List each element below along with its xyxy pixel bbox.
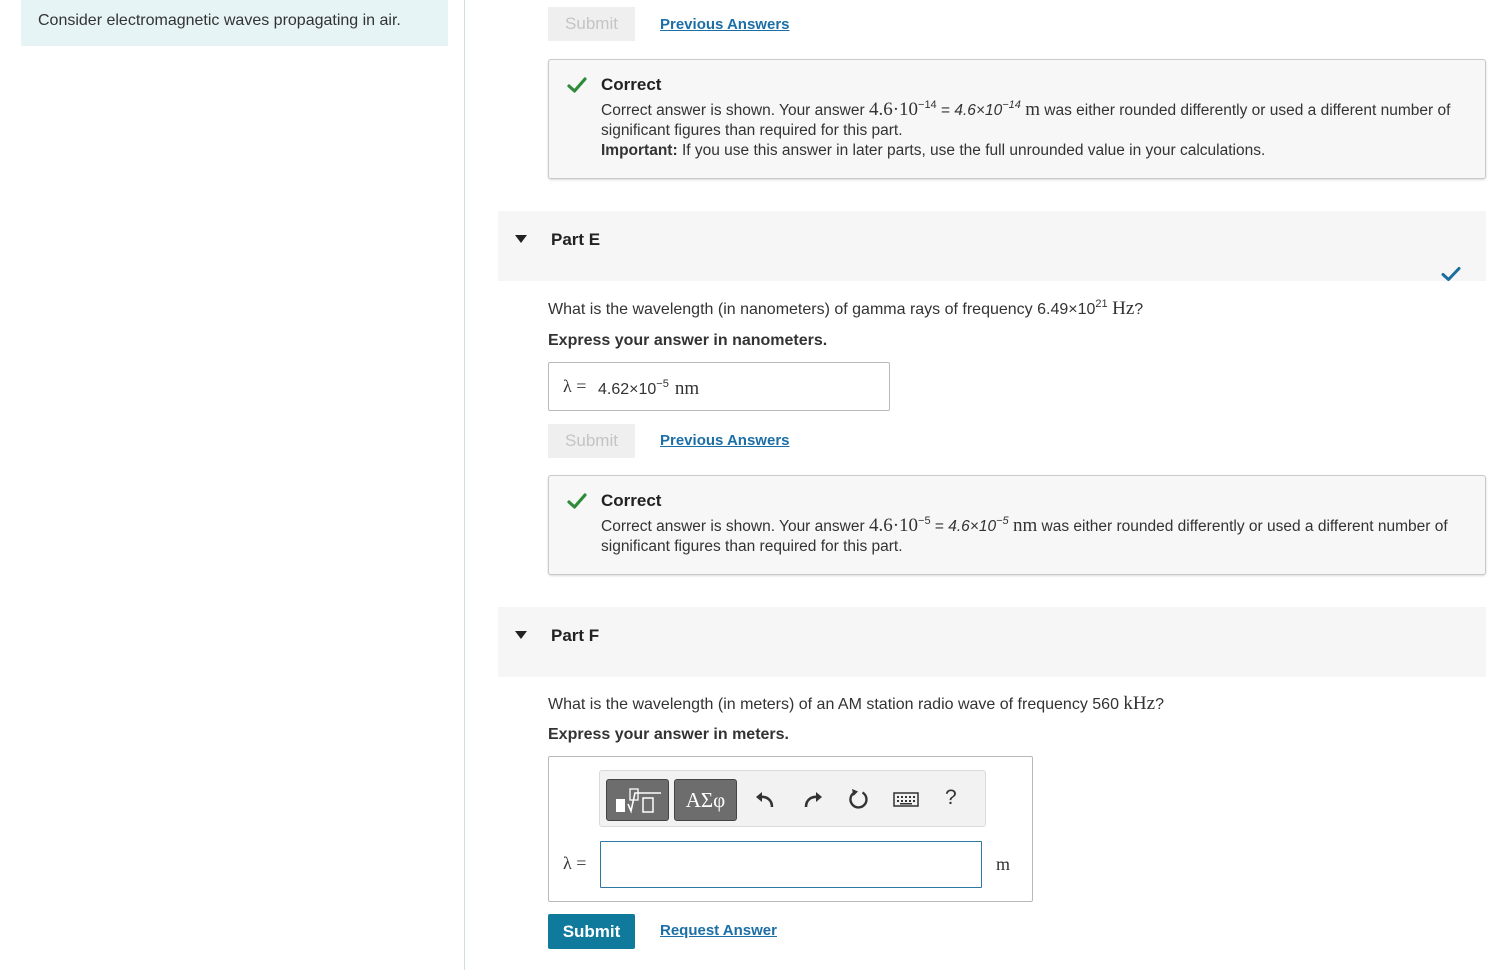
lambda-label: λ =	[563, 376, 587, 396]
undo-icon[interactable]	[753, 787, 777, 811]
feedback-text: Correct answer is shown. Your answer 4.6…	[601, 515, 1448, 556]
part-e-instruction: Express your answer in nanometers.	[548, 332, 828, 349]
feedback-title: Correct	[601, 75, 662, 94]
templates-icon	[616, 788, 661, 814]
problem-intro: Consider electromagnetic waves propagati…	[21, 0, 448, 46]
part-f-answer-editor: ΑΣφ ? λ = m	[548, 756, 1033, 902]
part-f-instruction: Express your answer in meters.	[548, 726, 789, 743]
part-f-answer-input[interactable]	[600, 841, 982, 888]
part-e-header[interactable]: Part E	[498, 211, 1486, 281]
intro-text: Consider electromagnetic waves propagati…	[38, 12, 401, 29]
part-f-question: What is the wavelength (in meters) of an…	[548, 693, 1164, 714]
redo-icon[interactable]	[801, 787, 825, 811]
keyboard-icon[interactable]	[893, 787, 919, 811]
help-button[interactable]: ?	[945, 786, 957, 810]
caret-down-icon	[515, 235, 527, 243]
part-complete-check-icon	[1441, 267, 1461, 281]
part-f-header[interactable]: Part F	[498, 607, 1486, 677]
important-label: Important:	[601, 142, 678, 159]
math-toolbar: ΑΣφ ?	[599, 770, 986, 827]
part-e-question: What is the wavelength (in nanometers) o…	[548, 298, 1144, 319]
part-e-previous-answers-link[interactable]: Previous Answers	[660, 432, 790, 449]
part-f-title: Part F	[551, 626, 600, 645]
part-e-answer-display: λ = 4.62×10−5 nm	[548, 362, 890, 411]
request-answer-link[interactable]: Request Answer	[660, 922, 777, 939]
templates-button[interactable]	[606, 779, 669, 821]
feedback-text: Correct answer is shown. Your answer 4.6…	[601, 99, 1451, 160]
reset-icon[interactable]	[847, 787, 871, 811]
part-d-feedback: Correct Correct answer is shown. Your an…	[548, 59, 1486, 179]
check-icon	[567, 493, 587, 509]
part-e-answer-value: 4.62×10−5 nm	[598, 378, 700, 399]
greek-symbols-button[interactable]: ΑΣφ	[674, 779, 737, 821]
check-icon	[567, 77, 587, 93]
feedback-title: Correct	[601, 491, 662, 510]
lambda-label: λ =	[563, 853, 587, 873]
part-e-feedback: Correct Correct answer is shown. Your an…	[548, 475, 1486, 575]
part-f-submit-button[interactable]: Submit	[548, 914, 635, 949]
part-d-submit-button[interactable]: Submit	[548, 7, 635, 41]
column-divider	[464, 0, 465, 970]
part-d-previous-answers-link[interactable]: Previous Answers	[660, 16, 790, 33]
part-f-unit-label: m	[996, 854, 1011, 874]
part-e-submit-button[interactable]: Submit	[548, 424, 635, 458]
caret-down-icon	[515, 631, 527, 639]
part-e-title: Part E	[551, 230, 601, 249]
